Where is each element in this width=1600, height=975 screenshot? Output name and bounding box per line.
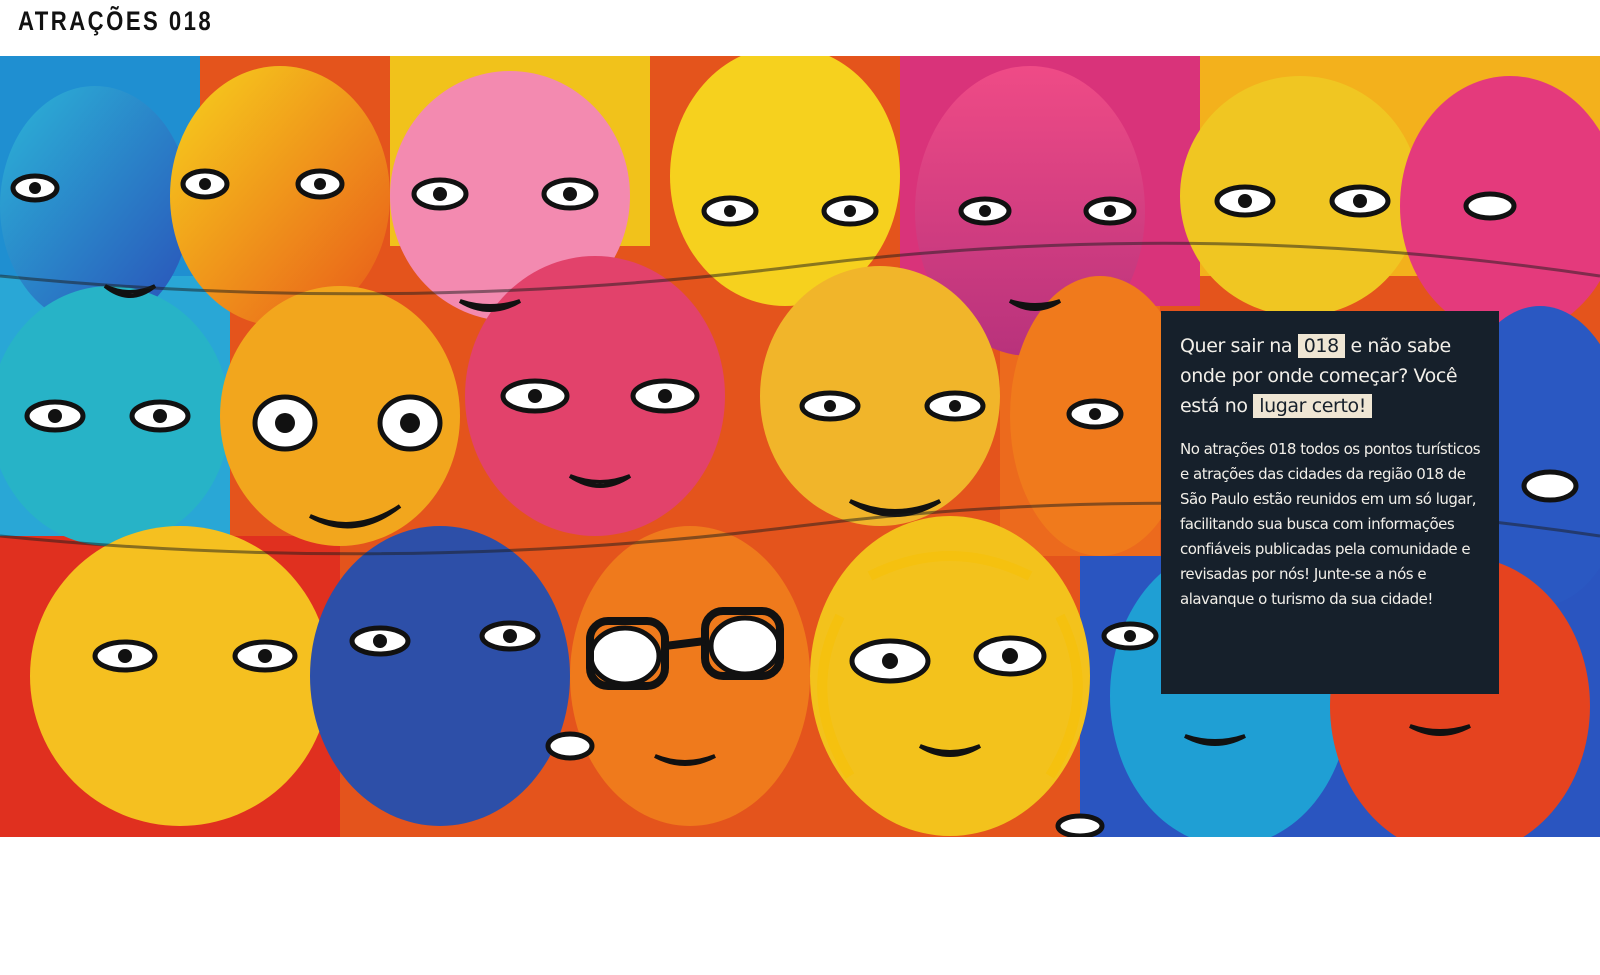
right-place-highlight: lugar certo! (1253, 394, 1372, 418)
headline-text-1: Quer sair na (1180, 335, 1298, 357)
top-bar: ATRAÇÕES 018 (0, 0, 1600, 56)
headline: Quer sair na 018 e não sabe onde por ond… (1180, 331, 1480, 421)
page-bottom-area (0, 837, 1600, 975)
description-text: No atrações 018 todos os pontos turístic… (1180, 440, 1481, 608)
site-logo[interactable]: ATRAÇÕES 018 (18, 6, 213, 37)
info-panel: Quer sair na 018 e não sabe onde por ond… (1161, 311, 1499, 694)
region-code-highlight: 018 (1297, 334, 1345, 358)
hero-banner: Quer sair na 018 e não sabe onde por ond… (0, 56, 1600, 837)
